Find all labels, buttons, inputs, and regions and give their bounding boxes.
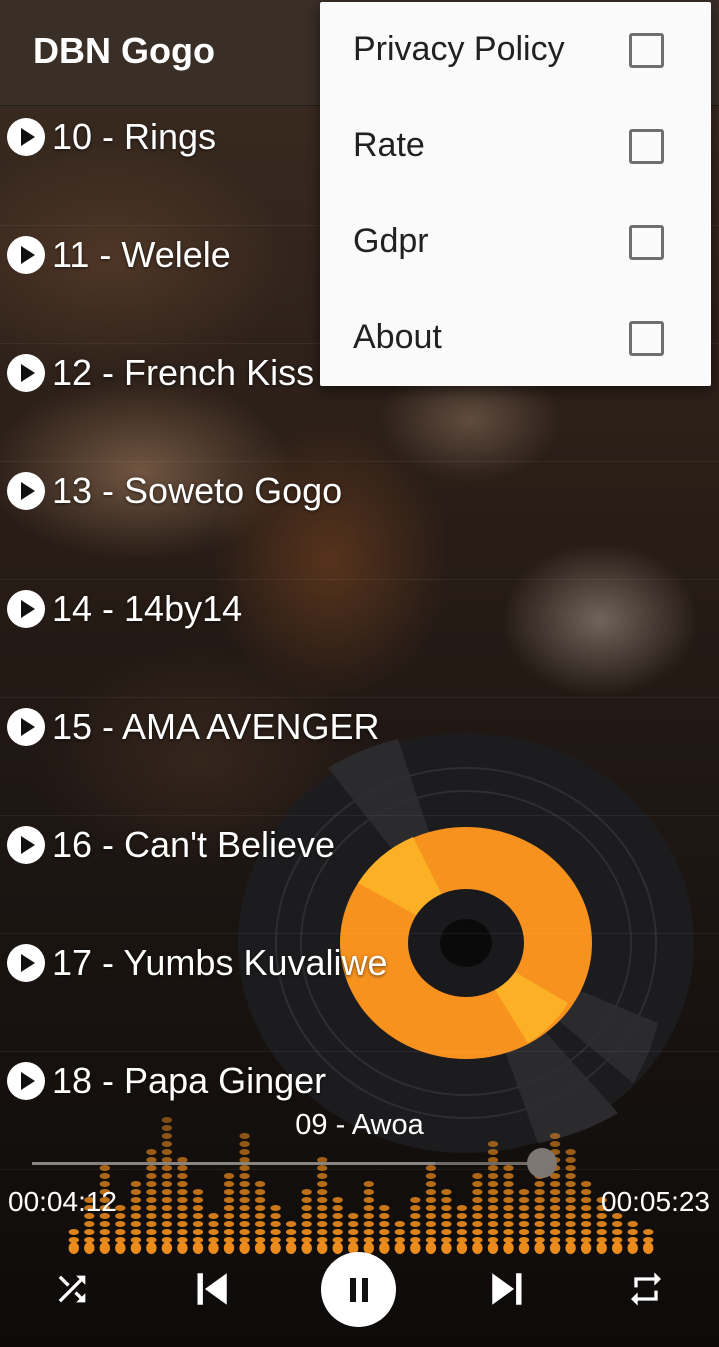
shuffle-icon bbox=[58, 1275, 86, 1303]
play-circle-icon[interactable] bbox=[7, 708, 45, 746]
seek-bar[interactable] bbox=[32, 1162, 542, 1165]
menu-item-label: About bbox=[353, 318, 442, 356]
now-playing-title: 09 - Awoa bbox=[295, 1109, 424, 1141]
menu-item-gdpr[interactable]: Gdpr bbox=[320, 194, 711, 290]
track-title: 13 - Soweto Gogo bbox=[52, 470, 343, 511]
play-circle-icon[interactable] bbox=[7, 1062, 45, 1100]
skip-previous-icon bbox=[197, 1273, 227, 1305]
seek-bar-fill bbox=[32, 1162, 435, 1165]
menu-item-checkbox[interactable] bbox=[629, 33, 664, 68]
skip-next-icon bbox=[492, 1273, 522, 1305]
play-circle-icon[interactable] bbox=[7, 826, 45, 864]
track-row[interactable]: 14 - 14by14 bbox=[0, 580, 719, 698]
play-pause-button[interactable] bbox=[321, 1252, 396, 1327]
menu-item-label: Rate bbox=[353, 126, 425, 164]
previous-track-button[interactable] bbox=[184, 1262, 238, 1316]
track-title: 16 - Can't Believe bbox=[52, 824, 336, 865]
track-title: 11 - Welele bbox=[52, 234, 231, 275]
total-time: 00:05:23 bbox=[601, 1186, 710, 1217]
menu-item-checkbox[interactable] bbox=[629, 129, 664, 164]
menu-item-privacy-policy[interactable]: Privacy Policy bbox=[320, 2, 711, 98]
pause-icon bbox=[349, 1277, 368, 1302]
menu-item-checkbox[interactable] bbox=[629, 321, 664, 356]
play-circle-icon[interactable] bbox=[7, 236, 45, 274]
repeat-icon bbox=[631, 1272, 661, 1306]
menu-item-checkbox[interactable] bbox=[629, 225, 664, 260]
shuffle-button[interactable] bbox=[48, 1265, 96, 1313]
play-circle-icon[interactable] bbox=[7, 118, 45, 156]
play-circle-icon[interactable] bbox=[7, 472, 45, 510]
menu-item-label: Privacy Policy bbox=[353, 30, 565, 68]
track-title: 12 - French Kiss bbox=[52, 352, 315, 393]
menu-item-rate[interactable]: Rate bbox=[320, 98, 711, 194]
track-row[interactable]: 15 - AMA AVENGER bbox=[0, 698, 719, 816]
track-title: 10 - Rings bbox=[52, 116, 217, 157]
play-circle-icon[interactable] bbox=[7, 944, 45, 982]
track-row[interactable]: 13 - Soweto Gogo bbox=[0, 462, 719, 580]
seek-bar-thumb[interactable] bbox=[527, 1148, 557, 1178]
app-title: DBN Gogo bbox=[33, 30, 215, 71]
play-circle-icon[interactable] bbox=[7, 354, 45, 392]
menu-item-about[interactable]: About bbox=[320, 290, 711, 386]
repeat-button[interactable] bbox=[622, 1265, 670, 1313]
track-title: 17 - Yumbs Kuvaliwe bbox=[52, 942, 388, 983]
track-title: 15 - AMA AVENGER bbox=[52, 706, 380, 747]
track-title: 18 - Papa Ginger bbox=[52, 1060, 327, 1101]
elapsed-time: 00:04:12 bbox=[8, 1186, 117, 1217]
menu-item-label: Gdpr bbox=[353, 222, 429, 260]
play-circle-icon[interactable] bbox=[7, 590, 45, 628]
overflow-menu: Privacy Policy Rate Gdpr About bbox=[320, 2, 711, 386]
track-row[interactable]: 16 - Can't Believe bbox=[0, 816, 719, 934]
track-row[interactable]: 17 - Yumbs Kuvaliwe bbox=[0, 934, 719, 1052]
next-track-button[interactable] bbox=[481, 1262, 535, 1316]
track-title: 14 - 14by14 bbox=[52, 588, 243, 629]
